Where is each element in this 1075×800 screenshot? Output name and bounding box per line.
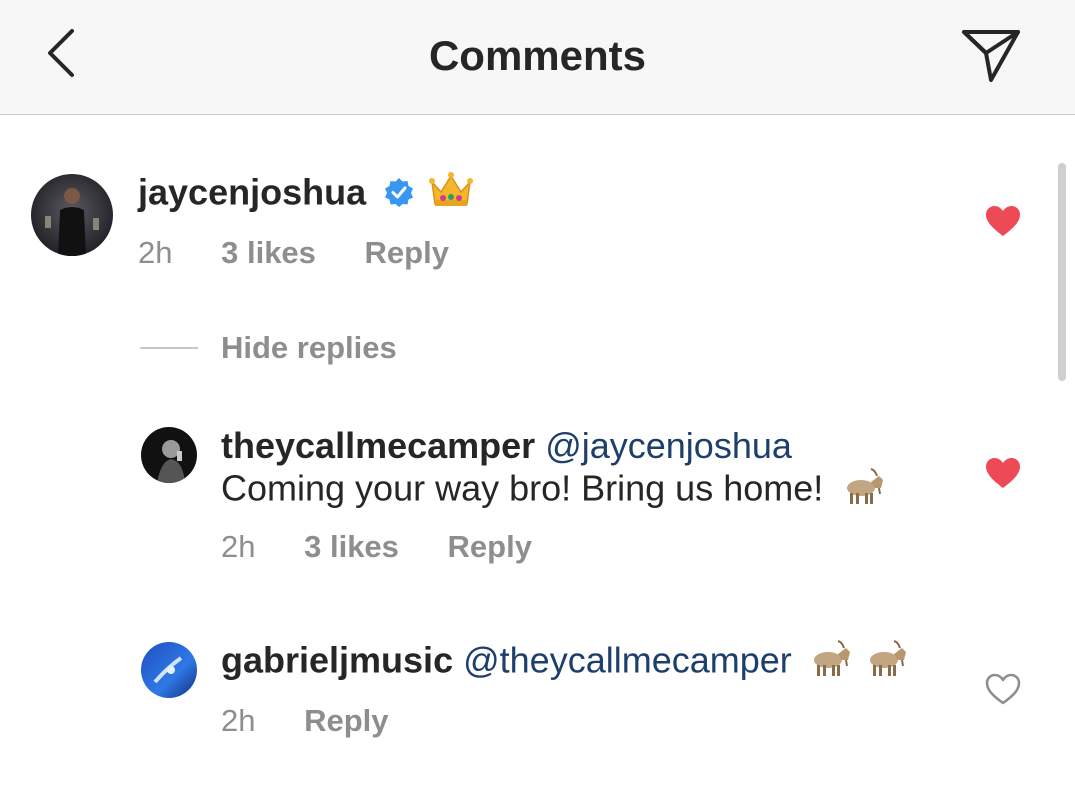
page-title: Comments	[428, 32, 647, 79]
reply-meta: 2h Reply	[221, 703, 389, 739]
heart-filled-icon[interactable]	[985, 205, 1021, 237]
likes-count-link[interactable]: 3 likes	[221, 235, 316, 271]
reply-text: Coming your way bro! Bring us home!	[221, 467, 824, 509]
reply-username[interactable]: gabrieljmusic	[221, 640, 453, 681]
reply-button[interactable]: Reply	[304, 703, 388, 739]
verified-badge-icon	[384, 173, 414, 217]
goat-emoji-icon	[808, 638, 852, 688]
top-nav-bar: Comments	[0, 0, 1075, 115]
heart-outline-icon[interactable]	[985, 673, 1021, 705]
hide-replies-button[interactable]: Hide replies	[221, 330, 397, 366]
comment-meta: 2h 3 likes Reply	[138, 235, 449, 271]
mention-link[interactable]: @theycallmecamper	[463, 640, 792, 681]
reply-button[interactable]: Reply	[448, 529, 532, 565]
reply-text-line: Coming your way bro! Bring us home!	[221, 466, 885, 516]
goat-emoji-icon	[864, 638, 908, 688]
likes-count-link[interactable]: 3 likes	[304, 529, 399, 565]
comment-header: jaycenjoshua	[138, 170, 474, 220]
divider	[140, 347, 198, 349]
share-button[interactable]	[958, 25, 1024, 85]
reply-line-1: gabrieljmusic @theycallmecamper	[221, 638, 908, 688]
reply-timestamp: 2h	[221, 703, 256, 738]
reply-timestamp: 2h	[221, 529, 256, 564]
avatar[interactable]	[141, 642, 197, 698]
heart-filled-icon[interactable]	[985, 457, 1021, 489]
reply-line-1: theycallmecamper @jaycenjoshua	[221, 424, 792, 468]
mention-link[interactable]: @jaycenjoshua	[545, 425, 792, 466]
reply-meta: 2h 3 likes Reply	[221, 529, 532, 565]
scrollbar[interactable]	[1058, 163, 1066, 381]
comment-timestamp: 2h	[138, 235, 173, 270]
avatar[interactable]	[31, 174, 113, 256]
goat-emoji-icon	[841, 466, 885, 516]
reply-username[interactable]: theycallmecamper	[221, 425, 535, 466]
reply-button[interactable]: Reply	[365, 235, 449, 271]
comment-username[interactable]: jaycenjoshua	[138, 172, 366, 213]
avatar[interactable]	[141, 427, 197, 483]
crown-emoji-icon	[428, 170, 474, 220]
paper-plane-icon	[962, 30, 1020, 82]
